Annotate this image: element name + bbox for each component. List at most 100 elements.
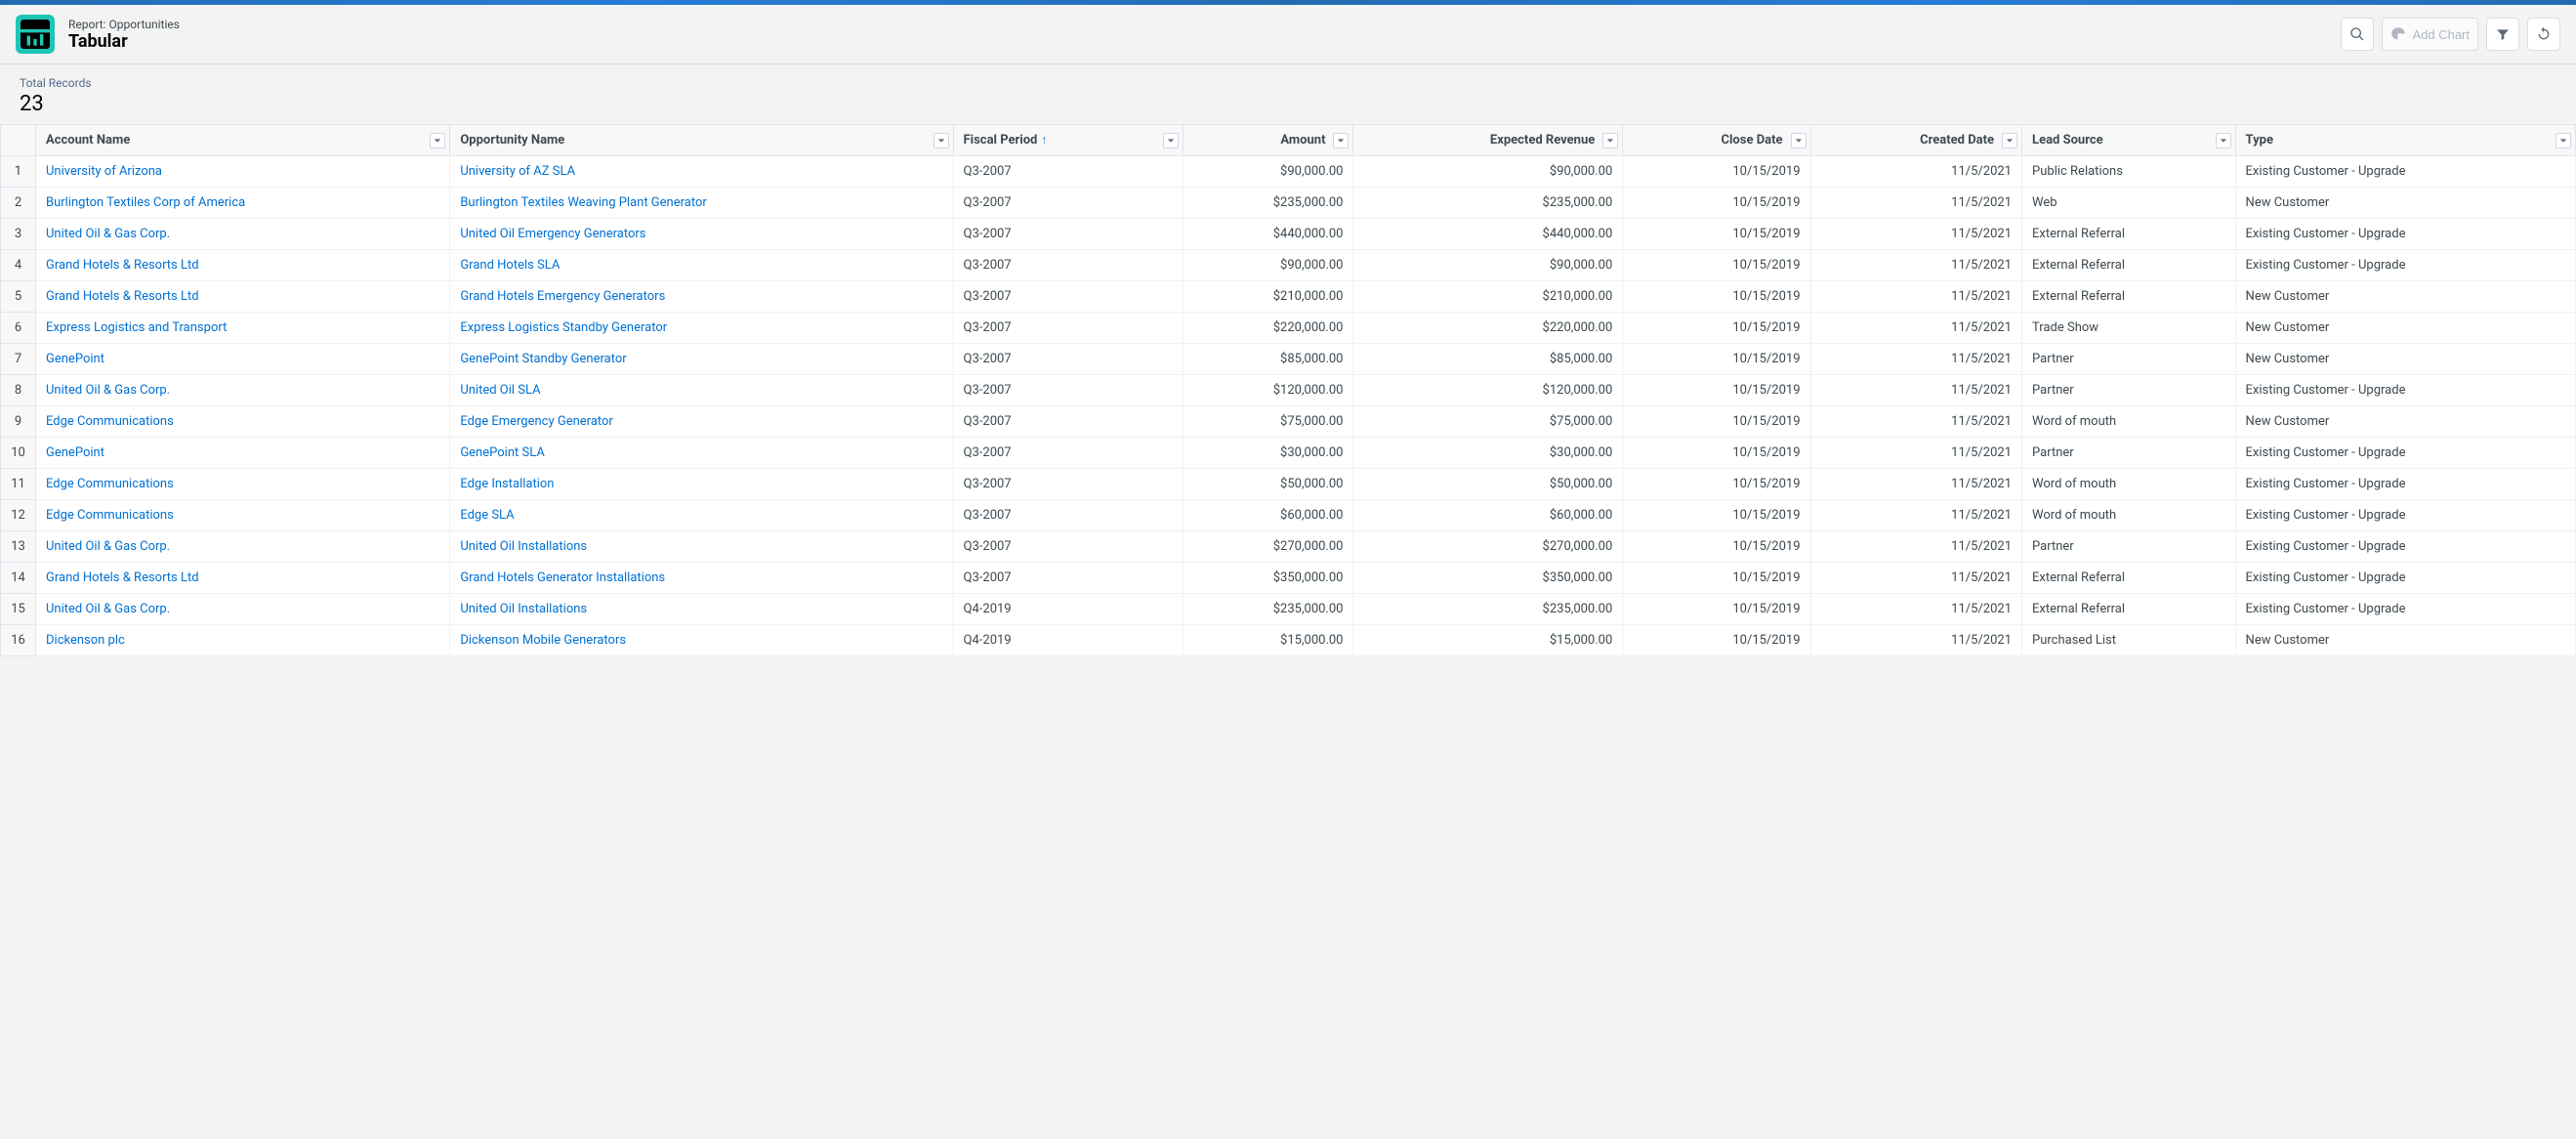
cell-opportunity[interactable]: Grand Hotels Generator Installations [450, 563, 953, 594]
cell-opportunity[interactable]: GenePoint SLA [450, 438, 953, 469]
add-chart-button[interactable]: Add Chart [2382, 18, 2478, 51]
column-header-amount[interactable]: Amount [1183, 125, 1353, 156]
cell-account[interactable]: Grand Hotels & Resorts Ltd [36, 281, 450, 313]
cell-account[interactable]: United Oil & Gas Corp. [36, 219, 450, 250]
cell-account[interactable]: Edge Communications [36, 469, 450, 500]
cell-lead: External Referral [2022, 594, 2236, 625]
column-header-fiscal[interactable]: Fiscal Period↑ [953, 125, 1183, 156]
cell-created: 11/5/2021 [1810, 563, 2022, 594]
cell-created: 11/5/2021 [1810, 500, 2022, 531]
cell-account[interactable]: Edge Communications [36, 406, 450, 438]
column-menu-button[interactable] [2555, 133, 2571, 148]
table-row: 12Edge CommunicationsEdge SLAQ3-2007$60,… [1, 500, 2576, 531]
cell-type: Existing Customer - Upgrade [2235, 438, 2575, 469]
cell-close: 10/15/2019 [1623, 469, 1810, 500]
cell-lead: Word of mouth [2022, 406, 2236, 438]
row-index: 13 [1, 531, 36, 563]
cell-opportunity[interactable]: University of AZ SLA [450, 156, 953, 188]
cell-account[interactable]: United Oil & Gas Corp. [36, 594, 450, 625]
chevron-down-icon [1795, 137, 1803, 145]
cell-close: 10/15/2019 [1623, 281, 1810, 313]
cell-opportunity[interactable]: Express Logistics Standby Generator [450, 313, 953, 344]
column-menu-button[interactable] [1602, 133, 1618, 148]
cell-account[interactable]: Express Logistics and Transport [36, 313, 450, 344]
cell-fiscal: Q3-2007 [953, 406, 1183, 438]
column-label: Opportunity Name [460, 133, 564, 148]
column-menu-button[interactable] [1163, 133, 1179, 148]
column-header-lead[interactable]: Lead Source [2022, 125, 2236, 156]
cell-close: 10/15/2019 [1623, 375, 1810, 406]
cell-account[interactable]: Dickenson plc [36, 625, 450, 656]
column-header-type[interactable]: Type [2235, 125, 2575, 156]
cell-close: 10/15/2019 [1623, 188, 1810, 219]
cell-account[interactable]: Burlington Textiles Corp of America [36, 188, 450, 219]
column-menu-button[interactable] [2216, 133, 2231, 148]
column-header-account[interactable]: Account Name [36, 125, 450, 156]
cell-fiscal: Q3-2007 [953, 188, 1183, 219]
cell-opportunity[interactable]: Edge Installation [450, 469, 953, 500]
cell-expected: $75,000.00 [1353, 406, 1623, 438]
cell-created: 11/5/2021 [1810, 219, 2022, 250]
cell-opportunity[interactable]: United Oil SLA [450, 375, 953, 406]
cell-amount: $235,000.00 [1183, 594, 1353, 625]
column-menu-button[interactable] [430, 133, 445, 148]
table-row: 16Dickenson plcDickenson Mobile Generato… [1, 625, 2576, 656]
cell-account[interactable]: University of Arizona [36, 156, 450, 188]
add-chart-label: Add Chart [2412, 27, 2470, 42]
cell-opportunity[interactable]: United Oil Emergency Generators [450, 219, 953, 250]
table-row: 11Edge CommunicationsEdge InstallationQ3… [1, 469, 2576, 500]
cell-amount: $210,000.00 [1183, 281, 1353, 313]
cell-opportunity[interactable]: Burlington Textiles Weaving Plant Genera… [450, 188, 953, 219]
cell-amount: $50,000.00 [1183, 469, 1353, 500]
column-menu-button[interactable] [1791, 133, 1807, 148]
cell-close: 10/15/2019 [1623, 594, 1810, 625]
refresh-button[interactable] [2527, 18, 2560, 51]
cell-created: 11/5/2021 [1810, 406, 2022, 438]
cell-account[interactable]: GenePoint [36, 438, 450, 469]
search-icon [2349, 26, 2365, 42]
column-menu-button[interactable] [934, 133, 949, 148]
cell-account[interactable]: Edge Communications [36, 500, 450, 531]
cell-opportunity[interactable]: GenePoint Standby Generator [450, 344, 953, 375]
filter-button[interactable] [2486, 18, 2519, 51]
column-header-close[interactable]: Close Date [1623, 125, 1810, 156]
column-label: Expected Revenue [1490, 133, 1595, 148]
table-row: 6Express Logistics and TransportExpress … [1, 313, 2576, 344]
table-row: 2Burlington Textiles Corp of AmericaBurl… [1, 188, 2576, 219]
cell-lead: External Referral [2022, 563, 2236, 594]
cell-opportunity[interactable]: United Oil Installations [450, 531, 953, 563]
cell-account[interactable]: Grand Hotels & Resorts Ltd [36, 250, 450, 281]
cell-close: 10/15/2019 [1623, 406, 1810, 438]
cell-type: New Customer [2235, 406, 2575, 438]
cell-opportunity[interactable]: Grand Hotels SLA [450, 250, 953, 281]
column-menu-button[interactable] [1333, 133, 1349, 148]
column-header-opportunity[interactable]: Opportunity Name [450, 125, 953, 156]
cell-account[interactable]: United Oil & Gas Corp. [36, 375, 450, 406]
column-menu-button[interactable] [2002, 133, 2017, 148]
column-header-created[interactable]: Created Date [1810, 125, 2022, 156]
chevron-down-icon [2559, 137, 2567, 145]
cell-expected: $270,000.00 [1353, 531, 1623, 563]
cell-amount: $235,000.00 [1183, 188, 1353, 219]
cell-opportunity[interactable]: Grand Hotels Emergency Generators [450, 281, 953, 313]
cell-opportunity[interactable]: Edge SLA [450, 500, 953, 531]
cell-close: 10/15/2019 [1623, 344, 1810, 375]
row-index: 10 [1, 438, 36, 469]
cell-created: 11/5/2021 [1810, 469, 2022, 500]
table-row: 5Grand Hotels & Resorts LtdGrand Hotels … [1, 281, 2576, 313]
cell-close: 10/15/2019 [1623, 531, 1810, 563]
cell-lead: External Referral [2022, 219, 2236, 250]
column-header-expected[interactable]: Expected Revenue [1353, 125, 1623, 156]
search-button[interactable] [2341, 18, 2374, 51]
cell-account[interactable]: GenePoint [36, 344, 450, 375]
cell-opportunity[interactable]: Dickenson Mobile Generators [450, 625, 953, 656]
cell-account[interactable]: United Oil & Gas Corp. [36, 531, 450, 563]
row-index: 8 [1, 375, 36, 406]
row-index: 9 [1, 406, 36, 438]
cell-fiscal: Q3-2007 [953, 313, 1183, 344]
cell-opportunity[interactable]: Edge Emergency Generator [450, 406, 953, 438]
cell-account[interactable]: Grand Hotels & Resorts Ltd [36, 563, 450, 594]
cell-type: New Customer [2235, 281, 2575, 313]
cell-opportunity[interactable]: United Oil Installations [450, 594, 953, 625]
cell-expected: $60,000.00 [1353, 500, 1623, 531]
